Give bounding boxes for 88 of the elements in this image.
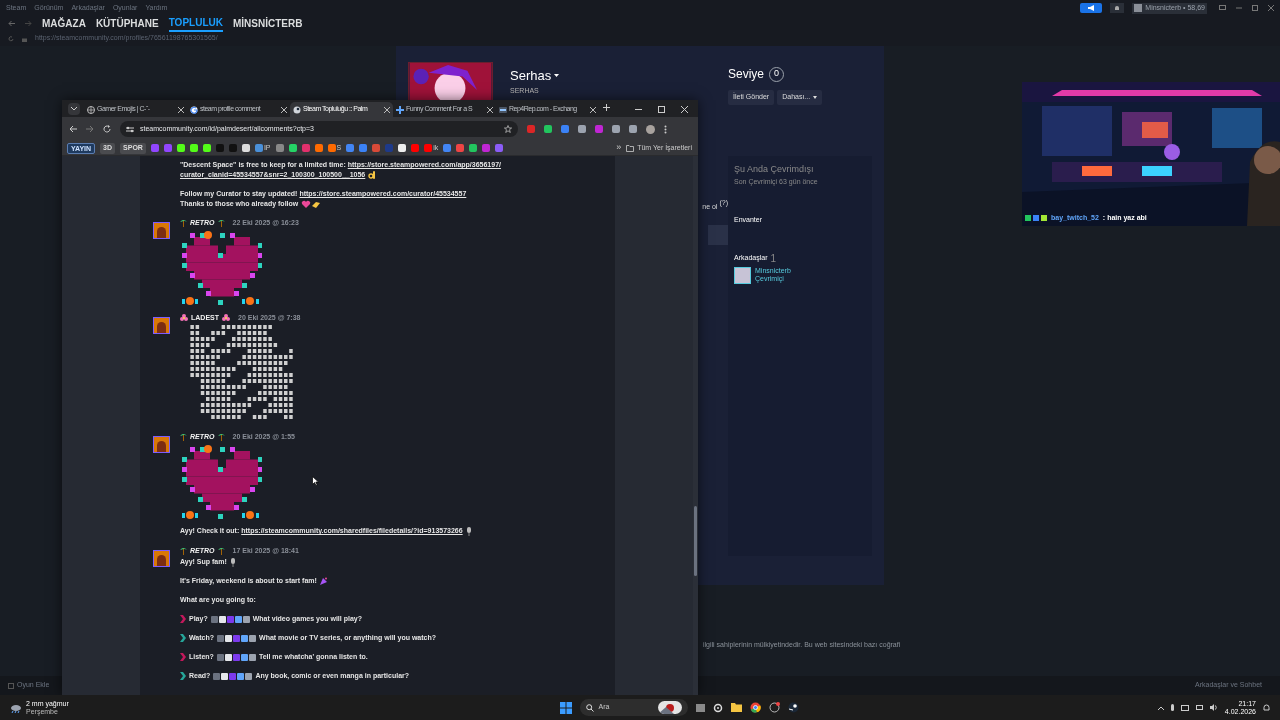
google-icon [190,105,198,114]
bookmark-icon[interactable] [241,144,250,152]
avatar [153,317,170,334]
bookmark-icon[interactable] [288,144,297,152]
palm-tree-icon [180,547,187,555]
chevron-down-icon [71,107,77,111]
palm-tree-icon [180,219,187,227]
avatar [153,222,170,239]
network-icon[interactable] [1180,704,1189,711]
announce-button[interactable] [1080,3,1103,13]
caret-icon [554,74,560,78]
steam-icon[interactable] [787,702,799,713]
cursor-icon [312,476,319,486]
battery-icon[interactable] [1195,705,1203,710]
online-status: Şu Anda Çevrimdışı [734,163,815,176]
monitor-icon[interactable] [1219,5,1226,10]
palm-tree-icon [180,433,187,441]
avatar [153,436,170,453]
nav-tab[interactable]: MAĞAZA [42,16,86,31]
extension-icon[interactable] [544,125,552,133]
forward-icon[interactable] [86,125,94,133]
task-view-icon[interactable] [695,703,705,712]
palm-tree-icon [217,219,225,227]
search-icon [585,703,594,712]
megaphone-icon [1087,5,1095,11]
notifications-button[interactable] [1110,3,1125,13]
bookmark-icon[interactable] [202,144,211,152]
star-icon[interactable] [504,125,512,133]
bookmark-icon[interactable] [398,144,407,152]
more-icon[interactable] [664,124,667,134]
nav-tab[interactable]: TOPLULUK [168,15,223,32]
caret-icon [813,96,818,99]
back-icon[interactable] [8,20,15,27]
microphone-icon [229,557,236,567]
minimize-icon[interactable] [635,106,642,113]
palm-tree-icon [217,433,225,441]
more-bookmarks-button[interactable]: » [616,141,622,155]
profile-avatar[interactable] [646,124,655,134]
microphone-icon [465,526,472,536]
site-icon [499,105,507,114]
flower-icon [222,314,230,322]
start-icon[interactable] [559,701,572,714]
bookmark-icon[interactable] [469,144,478,152]
bell-icon [1114,5,1121,11]
nav-tab[interactable]: MİNSNİCTERB [232,16,303,31]
close-icon[interactable] [384,106,390,113]
folder-icon[interactable] [730,703,742,712]
tab-search-button[interactable] [68,103,80,115]
extension-icon[interactable] [612,125,620,133]
heart-icon [301,199,322,209]
bookmark-icon[interactable] [176,144,185,152]
chevron-up-icon[interactable] [1157,705,1164,710]
friends-count: 1 [770,252,777,264]
chrome-icon[interactable] [749,702,761,713]
bell-icon[interactable] [1263,704,1270,711]
close-icon[interactable] [178,106,184,113]
nav-tab[interactable]: KÜTÜPHANE [95,16,159,31]
party-popper-icon [319,577,328,586]
app-icon[interactable] [768,702,780,713]
volume-icon[interactable] [1209,704,1218,711]
flower-icon [180,314,188,322]
new-tab-icon[interactable] [603,104,610,111]
gear-icon[interactable] [712,702,723,713]
close-icon[interactable] [281,106,287,113]
avatar [153,550,170,567]
close-icon[interactable] [590,106,596,113]
palm-tree-icon [217,547,225,555]
extension-icon[interactable] [578,125,586,133]
bookmark-icon[interactable] [327,144,336,152]
level-label: Seviye [728,66,765,83]
account-avatar [1134,4,1143,12]
bookmark-icon[interactable] [314,144,323,152]
friend-avatar[interactable] [734,266,751,284]
steam-icon [293,105,301,114]
extension-icon[interactable] [629,125,637,133]
close-icon[interactable] [681,106,688,113]
maximize-icon[interactable] [658,106,665,113]
scrollbar-thumb[interactable] [694,506,697,576]
plus-icon [8,682,14,689]
plus-icon [396,105,404,114]
profile-name[interactable]: Serhas [510,66,552,86]
bookmark-icon[interactable] [189,144,198,152]
globe-icon [87,105,95,114]
site-settings-icon [126,125,134,133]
folder-icon [626,144,635,152]
weather-icon [10,702,22,713]
microphone-icon[interactable] [1170,704,1174,711]
close-icon[interactable] [487,106,493,113]
